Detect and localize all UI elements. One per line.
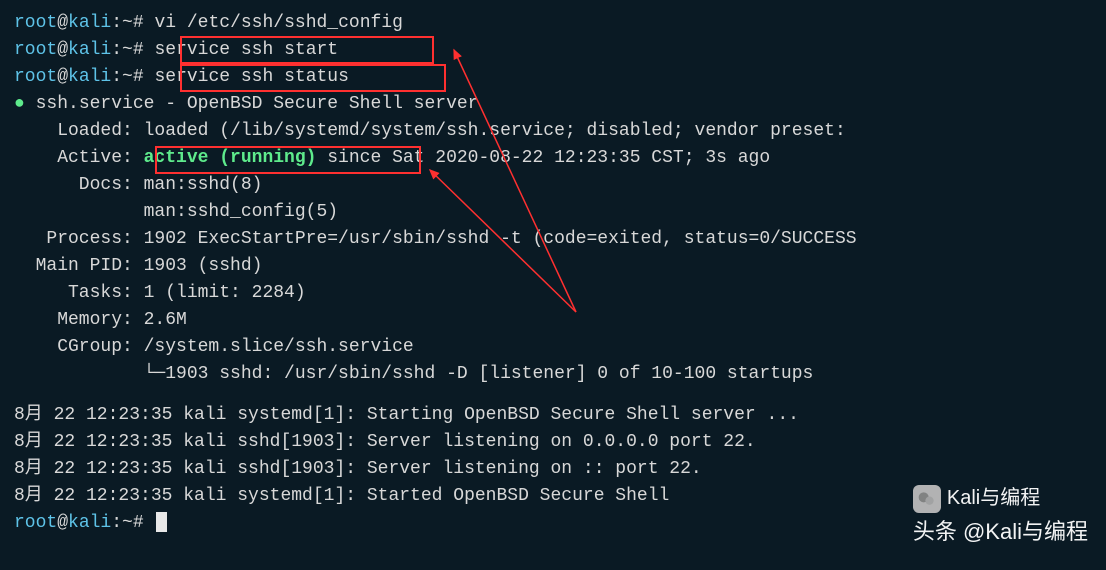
active-line: Active: active (running) since Sat 2020-… — [14, 145, 1092, 172]
docs-line-2: man:sshd_config(5) — [14, 199, 1092, 226]
prompt-user: root — [14, 13, 57, 33]
cmd-service-status: service ssh status — [154, 67, 348, 87]
log-line-2: 8月 22 12:23:35 kali sshd[1903]: Server l… — [14, 429, 1092, 456]
prompt-host: kali — [68, 13, 111, 33]
watermark-brand: Kali与编程 — [913, 483, 1088, 513]
prompt-line-2: root@kali:~# service ssh start — [14, 37, 1092, 64]
memory-line: Memory: 2.6M — [14, 307, 1092, 334]
prompt-hash: # — [133, 13, 155, 33]
active-status: active (running) — [144, 148, 317, 168]
blank-line — [14, 388, 1092, 402]
mainpid-line: Main PID: 1903 (sshd) — [14, 253, 1092, 280]
watermark-attribution: 头条 @Kali与编程 — [913, 515, 1088, 548]
prompt-at: @ — [57, 13, 68, 33]
watermark: Kali与编程 头条 @Kali与编程 — [913, 483, 1088, 548]
log-line-3: 8月 22 12:23:35 kali sshd[1903]: Server l… — [14, 456, 1092, 483]
tasks-line: Tasks: 1 (limit: 2284) — [14, 280, 1092, 307]
prompt-path: :~ — [111, 13, 133, 33]
service-header: ● ssh.service - OpenBSD Secure Shell ser… — [14, 91, 1092, 118]
cgroup-tree-line: └─1903 sshd: /usr/sbin/sshd -D [listener… — [14, 361, 1092, 388]
process-line: Process: 1902 ExecStartPre=/usr/sbin/ssh… — [14, 226, 1092, 253]
prompt-line-1: root@kali:~# vi /etc/ssh/sshd_config — [14, 10, 1092, 37]
log-line-1: 8月 22 12:23:35 kali systemd[1]: Starting… — [14, 402, 1092, 429]
prompt-line-3: root@kali:~# service ssh status — [14, 64, 1092, 91]
cmd-vi: vi /etc/ssh/sshd_config — [154, 13, 402, 33]
wechat-icon — [913, 485, 941, 513]
loaded-line: Loaded: loaded (/lib/systemd/system/ssh.… — [14, 118, 1092, 145]
cgroup-line: CGroup: /system.slice/ssh.service — [14, 334, 1092, 361]
docs-line-1: Docs: man:sshd(8) — [14, 172, 1092, 199]
cursor-block — [156, 512, 167, 532]
cmd-service-start: service ssh start — [154, 40, 338, 60]
bullet-icon: ● — [14, 94, 36, 114]
